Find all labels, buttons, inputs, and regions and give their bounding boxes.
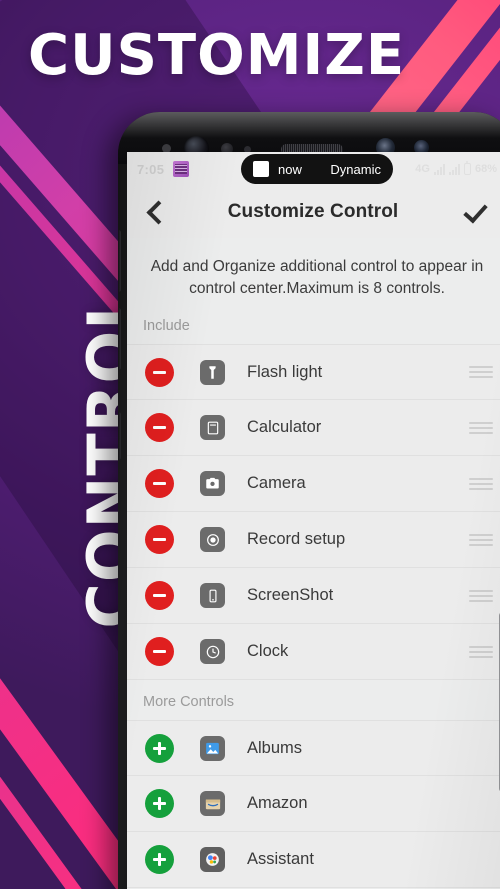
assistant-icon [200, 847, 225, 872]
promo-headline: CUSTOMIZE [28, 23, 406, 88]
drag-handle-icon[interactable] [469, 477, 493, 490]
assistant-hardware-button[interactable] [118, 412, 121, 460]
list-item-label: Flash light [247, 362, 323, 381]
battery-percent-label: 68% [474, 163, 497, 175]
drag-handle-icon[interactable] [469, 366, 493, 378]
camera-icon [200, 471, 225, 496]
list-item-label: Albums [247, 738, 303, 757]
network-label: 4G [415, 163, 430, 175]
list-item[interactable]: Clock [127, 624, 500, 680]
white-square-icon [253, 161, 269, 177]
clock-icon [200, 639, 225, 664]
signal-bars-secondary-icon [448, 163, 460, 175]
remove-button[interactable] [145, 581, 174, 610]
description-text: Add and Organize additional control to a… [150, 258, 484, 297]
list-item[interactable]: Albums [127, 720, 500, 776]
volume-up-button[interactable] [118, 230, 121, 292]
list-item-label: Record setup [247, 530, 346, 548]
status-bar: 7:05 now Dynamic 4G 68% [127, 152, 500, 186]
section-header-include: Include [143, 318, 190, 334]
section-header-more-controls: More Controls [143, 694, 235, 710]
phone-screen: 7:05 now Dynamic 4G 68% Customize Contro… [127, 152, 500, 889]
include-list: Flash light Calculator Camera Record set… [127, 344, 500, 680]
phone-mockup: 7:05 now Dynamic 4G 68% Customize Contro… [118, 112, 500, 889]
status-media-app-icon [173, 161, 190, 177]
list-item[interactable]: Flash light [127, 344, 500, 400]
remove-button[interactable] [145, 637, 174, 666]
remove-button[interactable] [145, 525, 174, 554]
list-item-label: Camera [247, 474, 306, 492]
drag-handle-icon[interactable] [469, 421, 493, 434]
dynamic-island-now-label: now [278, 161, 302, 177]
list-item[interactable]: ScreenShot [127, 568, 500, 624]
back-chevron-icon[interactable] [141, 199, 167, 225]
calculator-icon [200, 415, 225, 440]
remove-button[interactable] [145, 413, 174, 442]
list-item[interactable]: Assistant [127, 832, 500, 888]
drag-handle-icon[interactable] [469, 533, 493, 546]
list-item-label: Calculator [247, 418, 322, 436]
amazon-box-icon [200, 791, 225, 816]
phone-icon [200, 583, 225, 608]
dynamic-island-mode-label: Dynamic [330, 161, 381, 177]
photo-icon [200, 735, 225, 761]
add-button[interactable] [145, 845, 174, 874]
checkmark-icon[interactable] [465, 198, 493, 226]
list-item-label: Clock [247, 642, 289, 660]
more-controls-list: Albums Amazon Assistant [127, 720, 500, 888]
signal-bars-icon [433, 163, 445, 175]
remove-button[interactable] [145, 469, 174, 498]
list-item-label: Amazon [247, 794, 308, 812]
dynamic-island-pill[interactable]: now Dynamic [241, 154, 393, 184]
drag-handle-icon[interactable] [469, 645, 493, 658]
remove-button[interactable] [145, 357, 174, 387]
add-button[interactable] [145, 789, 174, 818]
list-item[interactable]: Amazon [127, 776, 500, 832]
list-item[interactable]: Record setup [127, 512, 500, 568]
page-title: Customize Control [227, 201, 399, 222]
list-item[interactable]: Camera [127, 456, 500, 512]
list-item[interactable]: Calculator [127, 400, 500, 456]
status-time: 7:05 [137, 161, 165, 177]
battery-icon [463, 161, 471, 175]
volume-down-button[interactable] [118, 308, 121, 370]
drag-handle-icon[interactable] [469, 589, 493, 602]
flashlight-icon [200, 359, 225, 385]
list-item-label: ScreenShot [247, 586, 334, 604]
add-button[interactable] [145, 733, 174, 763]
record-icon [200, 527, 225, 552]
list-item-label: Assistant [247, 850, 314, 868]
app-bar: Customize Control [127, 186, 500, 238]
status-indicators: 4G 68% [415, 161, 497, 175]
